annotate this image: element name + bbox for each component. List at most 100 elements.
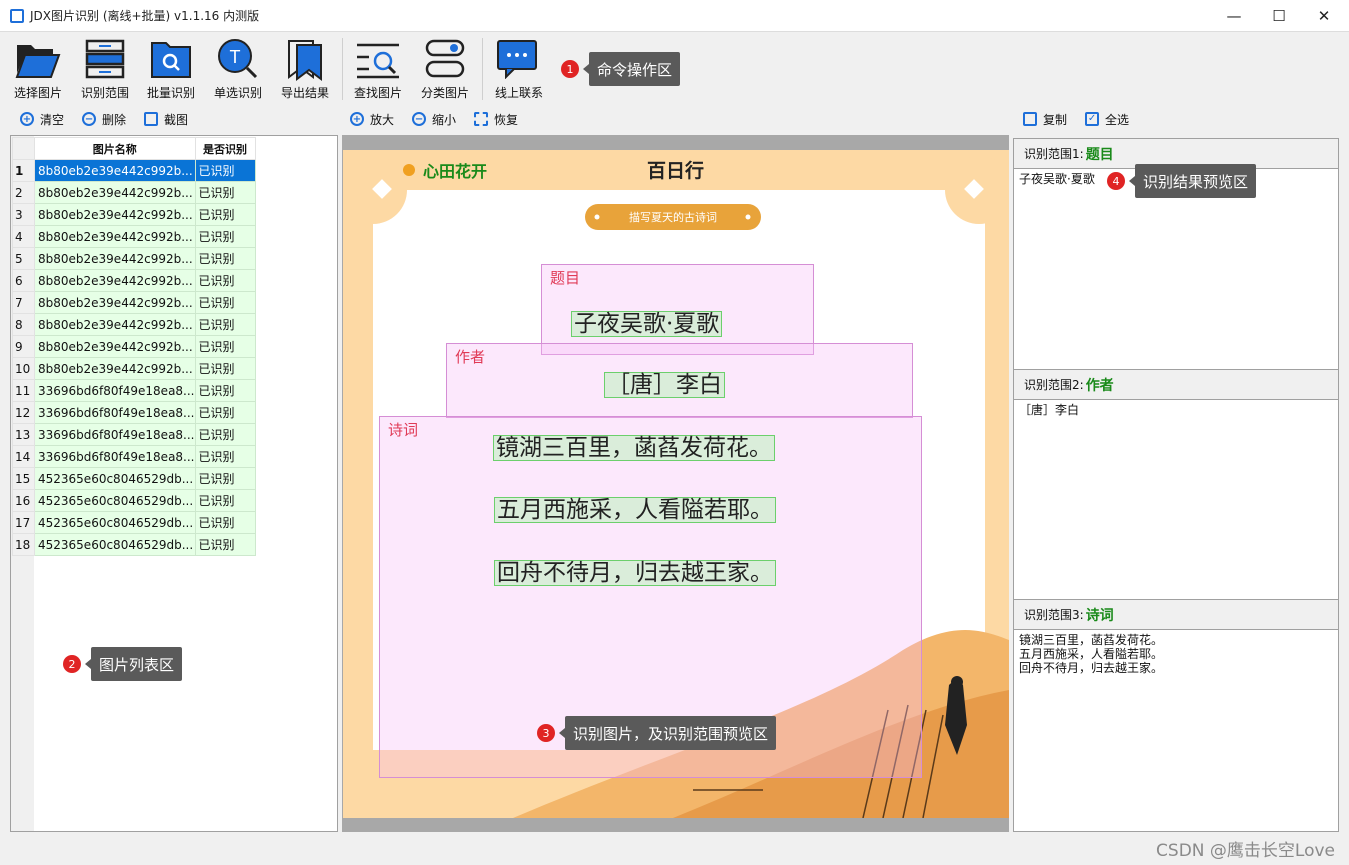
contact-online-label: 线上联系	[494, 86, 543, 100]
contact-online-button[interactable]: 线上联系	[486, 36, 552, 102]
status-cell: 已识别	[194, 423, 256, 446]
image-name-cell: 452365e60c8046529db...	[34, 489, 196, 512]
poster-logo: 百日行	[647, 160, 705, 182]
table-row[interactable]: 9 8b80eb2e39e442c992b... 已识别	[12, 335, 256, 358]
status-cell: 已识别	[194, 225, 256, 248]
row-number: 5	[12, 247, 35, 270]
table-row[interactable]: 18 452365e60c8046529db... 已识别	[12, 533, 256, 556]
folder-open-icon	[14, 36, 62, 82]
table-row[interactable]: 14 33696bd6f80f49e18ea8... 已识别	[12, 445, 256, 468]
image-preview-panel: 心田花开 百日行 描写夏天的古诗词 题目 作者 诗词 子夜吴歌·夏歌 ［唐］李白…	[342, 135, 1009, 832]
table-row[interactable]: 13 33696bd6f80f49e18ea8... 已识别	[12, 423, 256, 446]
row-number: 6	[12, 269, 35, 292]
table-row[interactable]: 15 452365e60c8046529db... 已识别	[12, 467, 256, 490]
copy-button[interactable]: 复制	[1023, 111, 1067, 128]
column-header-status[interactable]: 是否识别	[194, 137, 256, 160]
classify-image-button[interactable]: 分类图片	[412, 36, 478, 102]
zoom-in-button[interactable]: + 放大	[350, 111, 394, 128]
callout-badge-1: 1	[561, 60, 579, 78]
zoom-out-icon: −	[412, 112, 427, 126]
row-number: 4	[12, 225, 35, 248]
restore-button[interactable]: 恢复	[474, 111, 518, 128]
status-cell: 已识别	[194, 313, 256, 336]
callout-preview-area: 识别图片，及识别范围预览区	[558, 716, 777, 750]
image-name-cell: 8b80eb2e39e442c992b...	[34, 159, 196, 182]
batch-recognize-label: 批量识别	[146, 86, 195, 100]
zoom-out-button[interactable]: − 缩小	[412, 111, 456, 128]
chat-bubble-icon	[495, 36, 543, 82]
status-cell: 已识别	[194, 335, 256, 358]
image-list-panel: 图片名称 是否识别 1 8b80eb2e39e442c992b... 已识别 2 8b8…	[10, 135, 338, 832]
table-row[interactable]: 17 452365e60c8046529db... 已识别	[12, 511, 256, 534]
region-label-title: 题目	[550, 269, 581, 287]
status-cell: 已识别	[194, 269, 256, 292]
copy-square-icon	[144, 112, 159, 126]
status-cell: 已识别	[194, 247, 256, 270]
delete-label: 删除	[102, 112, 127, 127]
column-header-name[interactable]: 图片名称	[34, 137, 196, 160]
select-all-button[interactable]: ✓ 全选	[1085, 111, 1129, 128]
corner-cell	[12, 137, 35, 160]
poster-brand: 心田花开	[423, 162, 488, 181]
image-name-cell: 8b80eb2e39e442c992b...	[34, 225, 196, 248]
close-button[interactable]: ✕	[1301, 0, 1347, 32]
batch-recognize-button[interactable]: 批量识别	[138, 36, 204, 102]
row-number: 8	[12, 313, 35, 336]
list-actions-bar: + 清空 − 删除 截图	[20, 106, 206, 132]
status-cell: 已识别	[194, 203, 256, 226]
table-row[interactable]: 10 8b80eb2e39e442c992b... 已识别	[12, 357, 256, 380]
table-row[interactable]: 6 8b80eb2e39e442c992b... 已识别	[12, 269, 256, 292]
delete-button[interactable]: − 删除	[82, 111, 126, 128]
clear-button[interactable]: + 清空	[20, 111, 64, 128]
recognition-range-button[interactable]: 识别范围	[72, 36, 138, 102]
export-results-button[interactable]: 导出结果	[272, 36, 338, 102]
copy-icon	[1023, 112, 1037, 126]
minimize-button[interactable]: —	[1211, 0, 1257, 32]
select-image-label: 选择图片	[13, 86, 62, 100]
status-cell: 已识别	[194, 379, 256, 402]
table-row[interactable]: 8 8b80eb2e39e442c992b... 已识别	[12, 313, 256, 336]
region-title[interactable]: 题目	[541, 264, 814, 355]
single-recognize-button[interactable]: T 单选识别	[205, 36, 271, 102]
select-image-button[interactable]: 选择图片	[5, 36, 71, 102]
row-number: 16	[12, 489, 35, 512]
image-name-cell: 8b80eb2e39e442c992b...	[34, 291, 196, 314]
checkbox-icon: ✓	[1085, 112, 1100, 126]
find-image-button[interactable]: 查找图片	[345, 36, 411, 102]
row-number: 11	[12, 379, 35, 402]
svg-text:T: T	[230, 47, 241, 67]
result-name-2: 作者	[1085, 377, 1114, 394]
callout-image-list: 图片列表区	[84, 647, 183, 681]
result-text-3[interactable]: 镜湖三百里，菡萏发荷花。 五月西施采，人看隘若耶。 回舟不待月，归去越王家。	[1013, 629, 1339, 832]
status-cell: 已识别	[194, 401, 256, 424]
table-row[interactable]: 4 8b80eb2e39e442c992b... 已识别	[12, 225, 256, 248]
result-text-2[interactable]: ［唐］李白	[1013, 399, 1339, 600]
result-text-1[interactable]: 子夜吴歌·夏歌	[1013, 168, 1339, 370]
toolbar-divider	[342, 38, 343, 100]
watermark: CSDN @鹰击长空Love	[1156, 841, 1335, 861]
command-toolbar: 选择图片 识别范围 批量识别 T 单选识别 导出结果 查找图片 分类图片 线上联…	[0, 32, 1349, 104]
zoom-in-icon: +	[350, 112, 364, 126]
status-cell: 已识别	[194, 445, 256, 468]
row-number: 14	[12, 445, 35, 468]
table-row[interactable]: 11 33696bd6f80f49e18ea8... 已识别	[12, 379, 256, 402]
screenshot-button[interactable]: 截图	[144, 111, 188, 128]
text-line-poem-3: 回舟不待月，归去越王家。	[494, 560, 776, 586]
table-row[interactable]: 5 8b80eb2e39e442c992b... 已识别	[12, 247, 256, 270]
image-name-cell: 8b80eb2e39e442c992b...	[34, 357, 196, 380]
maximize-button[interactable]: ☐	[1256, 0, 1302, 32]
toolbar-divider	[482, 38, 483, 100]
image-name-cell: 452365e60c8046529db...	[34, 511, 196, 534]
row-number: 13	[12, 423, 35, 446]
table-row[interactable]: 7 8b80eb2e39e442c992b... 已识别	[12, 291, 256, 314]
table-row[interactable]: 2 8b80eb2e39e442c992b... 已识别	[12, 181, 256, 204]
image-name-cell: 33696bd6f80f49e18ea8...	[34, 401, 196, 424]
table-row[interactable]: 16 452365e60c8046529db... 已识别	[12, 489, 256, 512]
copy-label: 复制	[1043, 112, 1068, 127]
table-row[interactable]: 12 33696bd6f80f49e18ea8... 已识别	[12, 401, 256, 424]
table-row[interactable]: 1 8b80eb2e39e442c992b... 已识别	[12, 159, 256, 182]
image-name-cell: 452365e60c8046529db...	[34, 533, 196, 556]
callout-result-area: 识别结果预览区	[1128, 164, 1257, 198]
row-number: 18	[12, 533, 35, 556]
table-row[interactable]: 3 8b80eb2e39e442c992b... 已识别	[12, 203, 256, 226]
